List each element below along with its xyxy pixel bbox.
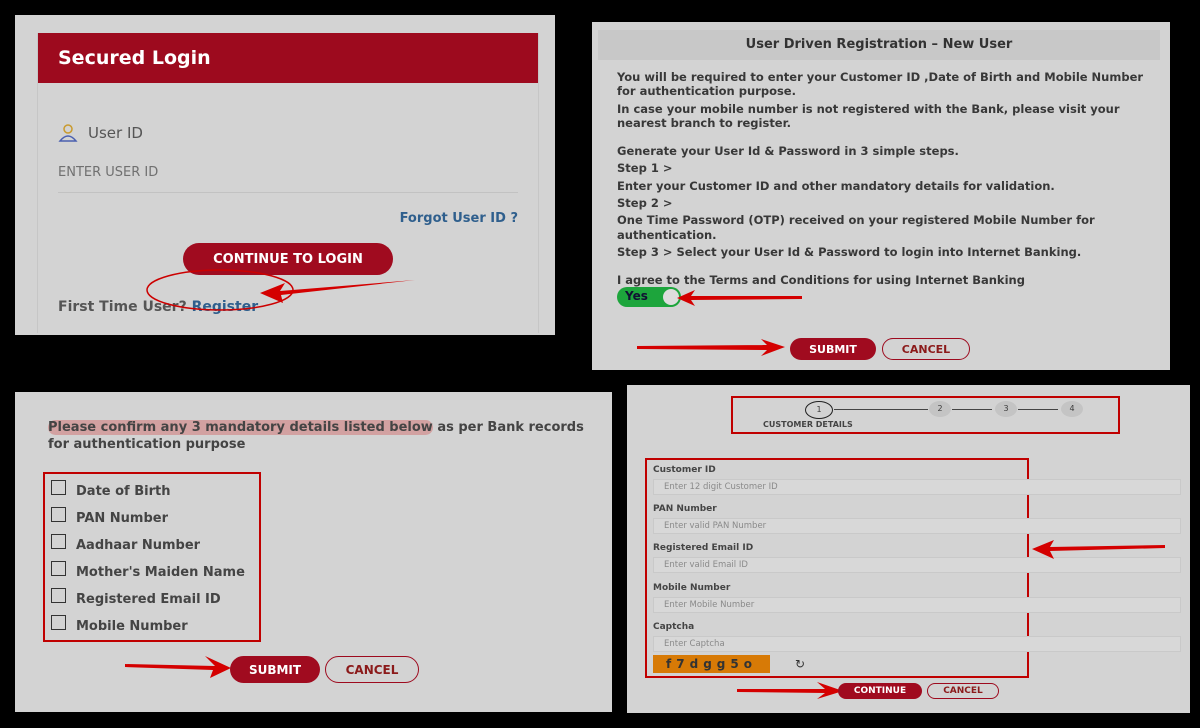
step1-text: Enter your Customer ID and other mandato… — [617, 178, 1055, 193]
option-mobile-number[interactable]: Mobile Number — [45, 615, 259, 642]
details-cancel-button[interactable]: CANCEL — [927, 683, 999, 699]
terms-text: I agree to the Terms and Conditions for … — [617, 273, 1025, 288]
login-title: Secured Login — [38, 33, 538, 83]
confirm-intro: Please confirm any 3 mandatory details l… — [48, 419, 608, 453]
mobile-number-label: Mobile Number — [653, 583, 731, 593]
checkbox[interactable] — [51, 534, 66, 549]
captcha-input[interactable] — [653, 636, 1181, 652]
step-3: 3 — [995, 401, 1017, 417]
step3-label: Step 3 > — [617, 244, 673, 259]
submit-arrow-annotation — [637, 339, 785, 356]
toggle-arrow-annotation — [677, 290, 802, 306]
form-arrow-annotation — [1032, 540, 1165, 559]
continue-arrow-annotation — [737, 682, 843, 699]
registration-submit-button[interactable]: SUBMIT — [790, 338, 876, 360]
registration-body: You will be required to enter your Custo… — [617, 70, 1157, 291]
steps-heading: Generate your User Id & Password in 3 si… — [617, 144, 959, 159]
register-highlight-annotation — [146, 269, 415, 311]
pan-number-input[interactable] — [653, 518, 1181, 534]
forgot-user-id-link[interactable]: Forgot User ID ? — [400, 211, 518, 226]
option-pan-number[interactable]: PAN Number — [45, 507, 259, 534]
registration-info-panel: User Driven Registration – New User You … — [592, 22, 1170, 370]
step-4: 4 — [1061, 401, 1083, 417]
continue-button[interactable]: CONTINUE — [838, 683, 922, 699]
captcha-label: Captcha — [653, 622, 695, 632]
confirm-submit-arrow-annotation — [125, 656, 231, 678]
user-icon — [58, 124, 78, 142]
user-id-input[interactable] — [58, 161, 518, 193]
mobile-number-input[interactable] — [653, 597, 1181, 613]
confirm-submit-button[interactable]: SUBMIT — [230, 656, 320, 683]
step-connector — [952, 409, 992, 410]
step-2: 2 — [929, 401, 951, 417]
checkbox[interactable] — [51, 615, 66, 630]
registration-cancel-button[interactable]: CANCEL — [882, 338, 970, 360]
pan-number-label: PAN Number — [653, 504, 717, 514]
step-connector — [834, 409, 928, 410]
registration-title: User Driven Registration – New User — [598, 30, 1160, 60]
option-registered-email[interactable]: Registered Email ID — [45, 588, 259, 615]
option-date-of-birth[interactable]: Date of Birth — [45, 480, 259, 507]
intro-text-1: You will be required to enter your Custo… — [617, 70, 1144, 99]
checkbox[interactable] — [51, 561, 66, 576]
step3-text: Select your User Id & Password to login … — [676, 244, 1082, 259]
checkbox[interactable] — [51, 507, 66, 522]
confirm-cancel-button[interactable]: CANCEL — [325, 656, 419, 683]
confirm-intro-highlight: Please confirm any 3 mandatory details l… — [48, 420, 433, 435]
step-1: 1 — [805, 401, 833, 419]
email-label: Registered Email ID — [653, 543, 754, 553]
user-id-label-row: User ID — [58, 123, 143, 143]
customer-id-label: Customer ID — [653, 465, 716, 475]
refresh-captcha-icon[interactable]: ↻ — [795, 657, 805, 671]
intro-text-2: In case your mobile number is not regist… — [617, 101, 1120, 130]
step-connector — [1018, 409, 1058, 410]
customer-id-input[interactable] — [653, 479, 1181, 495]
step2-text: One Time Password (OTP) received on your… — [617, 213, 1095, 242]
secured-login-panel: Secured Login User ID Forgot User ID ? C… — [15, 15, 555, 335]
option-aadhaar-number[interactable]: Aadhaar Number — [45, 534, 259, 561]
step1-label: Step 1 > — [617, 161, 673, 176]
customer-details-panel: 1 2 3 4 CUSTOMER DETAILS Customer ID PAN… — [627, 385, 1190, 713]
checkbox[interactable] — [51, 480, 66, 495]
terms-toggle[interactable]: Yes — [617, 287, 681, 307]
captcha-image: f7dgg5o — [653, 655, 770, 673]
confirm-details-panel: Please confirm any 3 mandatory details l… — [15, 392, 612, 712]
toggle-label: Yes — [625, 289, 648, 303]
active-step-label: CUSTOMER DETAILS — [763, 420, 853, 429]
checkbox[interactable] — [51, 588, 66, 603]
step2-label: Step 2 > — [617, 196, 673, 211]
user-id-label: User ID — [88, 124, 143, 142]
mandatory-details-list: Date of Birth PAN Number Aadhaar Number … — [43, 472, 261, 642]
stepper: 1 2 3 4 CUSTOMER DETAILS — [731, 396, 1120, 434]
option-mothers-maiden-name[interactable]: Mother's Maiden Name — [45, 561, 259, 588]
